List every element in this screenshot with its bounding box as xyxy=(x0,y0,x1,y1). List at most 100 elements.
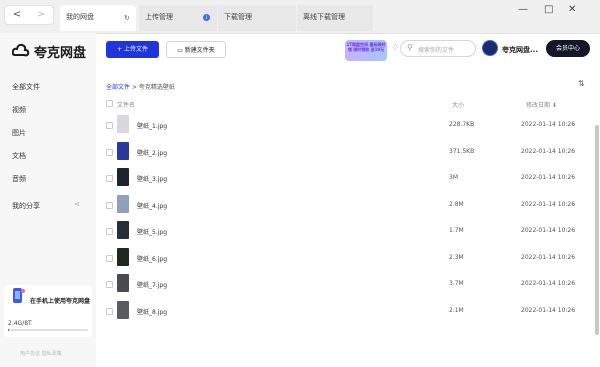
column-header-size[interactable]: 大小 xyxy=(452,100,464,109)
table-row[interactable]: 壁纸_6.jpg 2.3M 2022-01-14 10:26 xyxy=(100,245,590,271)
table-row[interactable]: 壁纸_3.jpg 3M 2022-01-14 10:26 xyxy=(100,165,590,191)
file-thumbnail xyxy=(117,274,129,292)
sort-view-icon[interactable]: ⇅ xyxy=(578,79,585,88)
file-thumbnail xyxy=(117,194,129,213)
file-date: 2022-01-14 10:26 xyxy=(521,200,576,208)
file-thumbnail xyxy=(117,141,129,160)
brand-logo: 夸克网盘 xyxy=(12,41,86,61)
table-row[interactable]: 壁纸_5.jpg 1.7M 2022-01-14 10:26 xyxy=(100,218,590,244)
file-size: 2.8M xyxy=(449,200,464,208)
tab-my-drive[interactable]: 我的网盘 ↻ xyxy=(60,5,136,31)
file-name[interactable]: 壁纸_5.jpg xyxy=(137,227,167,236)
file-size: 228.7KB xyxy=(449,121,475,128)
avatar[interactable] xyxy=(482,40,498,56)
row-checkbox[interactable] xyxy=(106,307,113,315)
file-date: 2022-01-14 10:26 xyxy=(521,147,576,155)
file-date: 2022-01-14 10:26 xyxy=(521,253,576,261)
breadcrumb-root[interactable]: 全部文件 xyxy=(106,84,130,91)
file-thumbnail xyxy=(117,300,129,319)
file-name[interactable]: 壁纸_4.jpg xyxy=(137,201,167,210)
row-checkbox[interactable] xyxy=(106,148,113,156)
file-size: 2.1M xyxy=(449,306,464,314)
promo-text: 在手机上使用夸克网盘 xyxy=(30,298,91,305)
maximize-button[interactable]: □ xyxy=(544,4,553,15)
file-name[interactable]: 壁纸_6.jpg xyxy=(137,254,167,263)
select-all-checkbox[interactable] xyxy=(106,100,113,107)
tab-offline-download[interactable]: 离线下载管理 xyxy=(297,5,373,31)
row-checkbox[interactable] xyxy=(106,281,113,288)
footer-links[interactable]: 用户协议 隐私政策 xyxy=(20,350,62,357)
phone-icon xyxy=(13,288,25,303)
file-date: 2022-01-14 10:26 xyxy=(521,306,576,314)
breadcrumb-current: 夸克精选壁纸 xyxy=(138,84,175,91)
row-checkbox[interactable] xyxy=(106,122,113,129)
new-folder-label: 新建文件夹 xyxy=(184,47,215,54)
breadcrumb-separator: > xyxy=(131,84,137,91)
table-row[interactable]: 壁纸_2.jpg 371.5KB 2022-01-14 10:26 xyxy=(100,139,590,165)
table-row[interactable]: 壁纸_1.jpg 228.7KB 2022-01-14 10:26 xyxy=(100,112,590,138)
row-checkbox[interactable] xyxy=(106,228,113,235)
sidebar-item-audio[interactable]: 音频 xyxy=(12,174,26,184)
sidebar-item-images[interactable]: 图片 xyxy=(12,128,26,138)
new-folder-button[interactable]: ▭ 新建文件夹 xyxy=(166,41,226,58)
search-placeholder: 搜索你的文件 xyxy=(418,47,455,54)
mobile-promo-card[interactable]: 在手机上使用夸克网盘 2.4G/8T xyxy=(4,285,92,337)
storage-bar-fill xyxy=(8,329,9,331)
close-button[interactable]: ✕ xyxy=(568,4,576,15)
bell-icon[interactable]: ♢ xyxy=(392,43,399,52)
file-thumbnail xyxy=(117,221,129,239)
search-icon: ⚲ xyxy=(407,43,413,52)
row-checkbox[interactable] xyxy=(106,254,113,262)
sidebar: 夸克网盘 全部文件 视频 图片 文档 音频 我的分享 ⋖ 在手机上使用夸克网盘 … xyxy=(0,33,96,367)
minimize-button[interactable]: — xyxy=(518,4,528,15)
share-icon: ⋖ xyxy=(74,200,80,208)
vip-center-button[interactable]: 会员中心 xyxy=(546,40,590,57)
table-row[interactable]: 壁纸_4.jpg 2.8M 2022-01-14 10:26 xyxy=(100,192,590,218)
tab-label: 我的网盘 xyxy=(66,13,94,21)
row-checkbox[interactable] xyxy=(106,201,113,209)
file-name[interactable]: 壁纸_3.jpg xyxy=(137,174,167,183)
cloud-logo-icon xyxy=(12,43,30,57)
file-thumbnail xyxy=(117,247,129,266)
tab-upload-manager[interactable]: 上传管理 i xyxy=(139,5,217,31)
file-name[interactable]: 壁纸_7.jpg xyxy=(137,280,167,289)
file-thumbnail xyxy=(117,168,129,186)
file-date: 2022-01-14 10:26 xyxy=(521,227,576,234)
tab-label: 上传管理 xyxy=(145,13,173,21)
file-size: 1.7M xyxy=(449,227,464,234)
back-button[interactable]: < xyxy=(5,6,29,24)
table-row[interactable]: 壁纸_8.jpg 2.1M 2022-01-14 10:26 xyxy=(100,298,590,324)
file-date: 2022-01-14 10:26 xyxy=(521,121,576,128)
file-size: 371.5KB xyxy=(449,147,475,155)
info-icon: i xyxy=(203,14,210,21)
brand-name: 夸克网盘 xyxy=(34,45,87,61)
forward-button[interactable]: > xyxy=(29,6,53,24)
scrollbar[interactable] xyxy=(595,125,599,335)
file-size: 3.7M xyxy=(449,280,464,287)
tab-download-manager[interactable]: 下载管理 xyxy=(218,5,296,31)
file-name[interactable]: 壁纸_2.jpg xyxy=(137,148,167,157)
refresh-icon[interactable]: ↻ xyxy=(124,14,130,22)
upload-button[interactable]: + 上传文件 xyxy=(106,41,159,58)
sidebar-item-all-files[interactable]: 全部文件 xyxy=(12,82,40,92)
storage-usage: 2.4G/8T xyxy=(8,320,32,327)
file-name[interactable]: 壁纸_8.jpg xyxy=(137,307,167,316)
storage-bar xyxy=(8,329,88,331)
tab-label: 下载管理 xyxy=(224,13,252,21)
table-row[interactable]: 壁纸_7.jpg 3.7M 2022-01-14 10:26 xyxy=(100,271,590,297)
column-header-name[interactable]: 文件名 xyxy=(117,100,135,109)
file-name[interactable]: 壁纸_1.jpg xyxy=(137,121,167,130)
sidebar-item-documents[interactable]: 文档 xyxy=(12,151,26,161)
promo-badge[interactable]: 1T网盘空间 星标限时领 限时领取 送19元 xyxy=(345,40,387,61)
search-input[interactable]: ⚲ 搜索你的文件 xyxy=(400,40,476,57)
column-header-date[interactable]: 修改日期 ⬇ xyxy=(526,100,557,109)
folder-icon: ▭ xyxy=(177,47,185,54)
tab-label: 离线下载管理 xyxy=(303,13,345,21)
sidebar-item-my-shares[interactable]: 我的分享 xyxy=(12,201,40,211)
nav-buttons: < > xyxy=(4,5,54,25)
row-checkbox[interactable] xyxy=(106,175,113,182)
username[interactable]: 夸克网盘... xyxy=(502,45,538,55)
sidebar-item-video[interactable]: 视频 xyxy=(12,105,26,115)
file-date: 2022-01-14 10:26 xyxy=(521,174,576,181)
breadcrumb: 全部文件 > 夸克精选壁纸 xyxy=(106,82,175,91)
